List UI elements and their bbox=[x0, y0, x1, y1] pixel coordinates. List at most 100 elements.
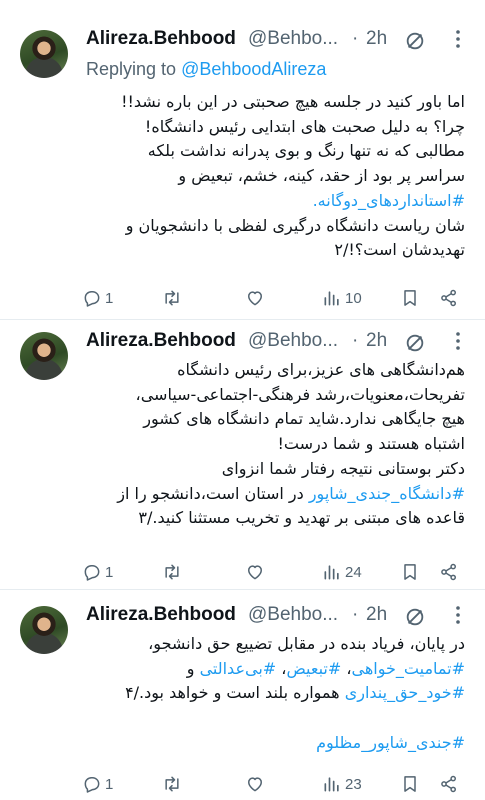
share-icon bbox=[441, 775, 456, 793]
reply-button[interactable]: 1 bbox=[82, 286, 113, 310]
tweet-line: در پایان، فریاد بنده در مقابل تضییع حق د… bbox=[148, 634, 465, 653]
views-button[interactable]: 10 bbox=[322, 286, 362, 310]
reply-count: 1 bbox=[105, 775, 114, 793]
views-icon bbox=[324, 291, 339, 306]
views-button[interactable]: 23 bbox=[322, 772, 362, 796]
retweet-icon bbox=[165, 776, 179, 792]
tweet-line: قاعده های مبتنی بر تهدید و تخریب مستثنا … bbox=[138, 508, 465, 528]
bookmark-button[interactable] bbox=[400, 772, 420, 796]
like-button[interactable] bbox=[245, 286, 268, 310]
reply-icon bbox=[84, 565, 100, 581]
author-handle[interactable]: @Behbo... bbox=[248, 28, 338, 50]
tweet-header: Alireza.Behbood @Behbo... · 2h bbox=[86, 604, 471, 628]
tweet-line: چرا؟ به دلیل صحبت های ابتدایی رئیس دانشگ… bbox=[144, 116, 465, 136]
timestamp[interactable]: 2h bbox=[366, 28, 387, 50]
author-handle[interactable]: @Behbo... bbox=[248, 330, 338, 352]
timestamp[interactable]: 2h bbox=[366, 330, 387, 352]
avatar[interactable] bbox=[20, 606, 68, 654]
tweet-header: Alireza.Behbood @Behbo... · 2h bbox=[86, 330, 471, 354]
views-button[interactable]: 24 bbox=[322, 560, 362, 584]
bookmark-button[interactable] bbox=[400, 286, 420, 310]
tweet-header: Alireza.Behbood @Behbo... · 2h bbox=[86, 28, 471, 52]
separator-dot: · bbox=[352, 604, 359, 625]
replying-target-link[interactable]: @BehboodAlireza bbox=[181, 59, 326, 79]
bookmark-icon bbox=[404, 776, 416, 792]
separator-dot: · bbox=[352, 330, 359, 351]
tweet-line: سراسر پر بود از حقد، کینه، خشم، تبعیض و bbox=[178, 166, 465, 186]
reply-button[interactable]: 1 bbox=[82, 772, 113, 796]
reply-count: 1 bbox=[105, 289, 114, 307]
avatar[interactable] bbox=[20, 332, 68, 380]
hashtag-link[interactable]: #تمامیت_خواهی bbox=[352, 659, 465, 678]
grok-icon[interactable] bbox=[404, 606, 426, 628]
action-bar: 1 24 bbox=[80, 560, 470, 584]
retweet-button[interactable] bbox=[162, 772, 185, 796]
grok-icon[interactable] bbox=[404, 332, 426, 354]
tweet-line: تفریحات،معنویات،رشد فرهنگی-اجتماعی-سیاسی… bbox=[135, 384, 465, 404]
tweet-line: شان ریاست دانشگاه درگیری لفظی با دانشجوی… bbox=[125, 215, 465, 235]
hashtag-link[interactable]: #دانشگاه_جندی_شاپور bbox=[309, 484, 465, 503]
like-icon bbox=[248, 777, 262, 792]
tweet-text-fragment: همواره بلند است و خواهد بود./۴ bbox=[125, 683, 345, 703]
bookmark-icon bbox=[404, 564, 416, 580]
retweet-icon bbox=[165, 290, 179, 306]
retweet-icon bbox=[165, 564, 179, 580]
tweet-text: در پایان، فریاد بنده در مقابل تضییع حق د… bbox=[80, 632, 465, 756]
tweet-line: اما باور کنید در جلسه هیچ صحبتی در این ب… bbox=[121, 92, 465, 111]
action-bar: 1 10 bbox=[80, 286, 470, 310]
reply-icon bbox=[84, 291, 100, 307]
author-name[interactable]: Alireza.Behbood bbox=[86, 330, 236, 352]
share-button[interactable] bbox=[439, 286, 459, 310]
hashtag-link[interactable]: #خود_حق_پنداری bbox=[345, 683, 465, 702]
tweet-line: تهدیدشان است؟!/۲ bbox=[334, 240, 465, 260]
author-handle[interactable]: @Behbo... bbox=[248, 604, 338, 626]
tweet-line-with-hashtag[interactable]: #خود_حق_پنداری همواره بلند است و خواهد ب… bbox=[80, 681, 465, 706]
tweet-line: مطالبی که نه تنها رنگ و بوی پدرانه نداشت… bbox=[147, 141, 465, 161]
views-icon bbox=[324, 777, 339, 792]
grok-icon[interactable] bbox=[404, 30, 426, 52]
more-icon[interactable] bbox=[450, 330, 466, 352]
hashtag-link[interactable]: #بی‌عدالتی bbox=[200, 659, 277, 678]
tweet-line-with-hashtag[interactable]: #تمامیت_خواهی، #تبعیض، #بی‌عدالتی و bbox=[80, 657, 465, 682]
share-button[interactable] bbox=[439, 772, 459, 796]
tweet-text: اما باور کنید در جلسه هیچ صحبتی در این ب… bbox=[80, 90, 465, 263]
like-icon bbox=[248, 565, 262, 580]
tweet-line: هم‌دانشگاهی های عزیز،برای رئیس دانشگاه bbox=[177, 360, 465, 379]
retweet-button[interactable] bbox=[162, 560, 185, 584]
tweet-line: هیچ جایگاهی ندارد.شاید تمام دانشگاه های … bbox=[143, 409, 465, 429]
bookmark-icon bbox=[404, 290, 416, 306]
tweet[interactable]: Alireza.Behbood @Behbo... · 2h در پایان،… bbox=[0, 590, 485, 800]
action-bar: 1 23 bbox=[80, 772, 470, 796]
author-name[interactable]: Alireza.Behbood bbox=[86, 28, 236, 50]
views-icon bbox=[324, 565, 339, 580]
avatar[interactable] bbox=[20, 30, 68, 78]
tweet-text-fragment: ، bbox=[276, 658, 287, 678]
share-icon bbox=[441, 563, 456, 581]
share-icon bbox=[441, 289, 456, 307]
tweet-line: اشتباه هستند و شما درست! bbox=[277, 434, 465, 454]
reply-button[interactable]: 1 bbox=[82, 560, 113, 584]
tweet[interactable]: Alireza.Behbood @Behbo... · 2h Replying … bbox=[0, 0, 485, 320]
tweet-text-fragment: ، bbox=[341, 658, 352, 678]
tweet-text-fragment: در استان است،دانشجو را از bbox=[117, 483, 309, 503]
more-icon[interactable] bbox=[450, 28, 466, 50]
like-button[interactable] bbox=[245, 772, 268, 796]
hashtag-link[interactable]: #استانداردهای_دوگانه. bbox=[80, 189, 465, 214]
author-name[interactable]: Alireza.Behbood bbox=[86, 604, 236, 626]
more-icon[interactable] bbox=[450, 604, 466, 626]
reply-count: 1 bbox=[105, 563, 114, 581]
like-button[interactable] bbox=[245, 560, 268, 584]
empty-line bbox=[80, 706, 465, 731]
tweet[interactable]: Alireza.Behbood @Behbo... · 2h هم‌دانشگا… bbox=[0, 320, 485, 590]
like-icon bbox=[248, 291, 262, 306]
views-count: 23 bbox=[345, 775, 362, 793]
tweet-line-with-hashtag[interactable]: #دانشگاه_جندی_شاپور در استان است،دانشجو … bbox=[80, 482, 465, 507]
hashtag-link[interactable]: #جندی_شاپور_مظلوم bbox=[80, 731, 465, 756]
timestamp[interactable]: 2h bbox=[366, 604, 387, 626]
tweet-line: دکتر بوستانی نتیجه رفتار شما انزوای bbox=[221, 458, 465, 478]
bookmark-button[interactable] bbox=[400, 560, 420, 584]
views-count: 10 bbox=[345, 289, 362, 307]
retweet-button[interactable] bbox=[162, 286, 185, 310]
hashtag-link[interactable]: #تبعیض bbox=[286, 659, 341, 678]
share-button[interactable] bbox=[439, 560, 459, 584]
